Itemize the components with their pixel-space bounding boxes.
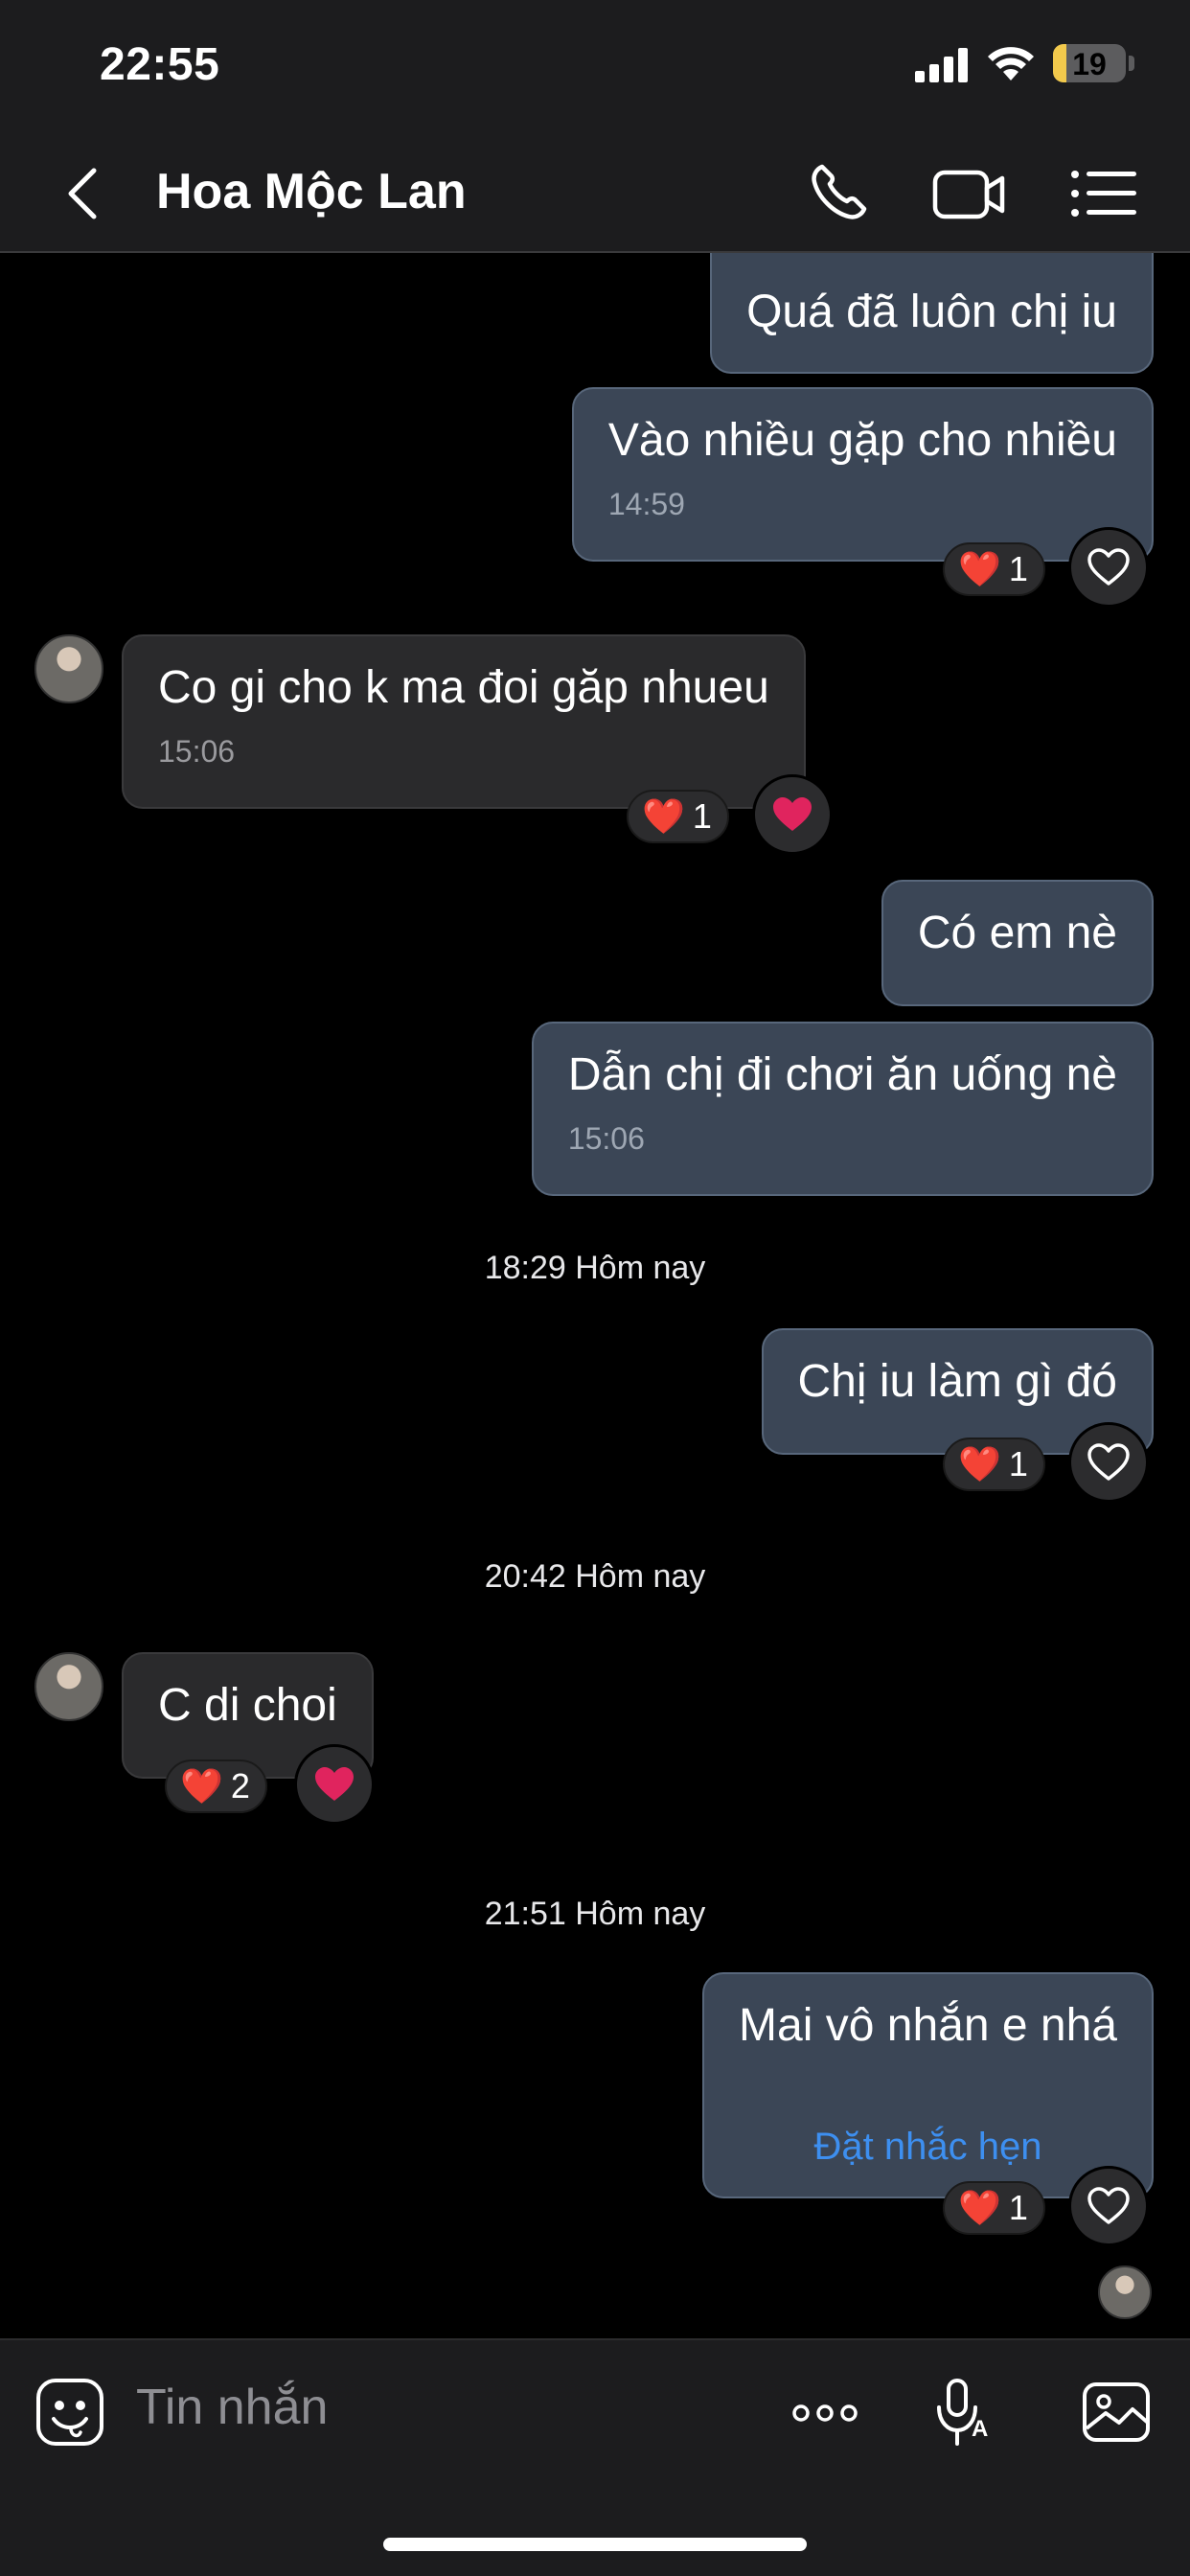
home-indicator[interactable] <box>383 2538 807 2551</box>
message-text: Dẫn chị đi chơi ăn uống nè <box>567 1049 1117 1100</box>
reaction-badge[interactable]: ❤️ 2 <box>165 1760 267 1813</box>
more-icon[interactable] <box>788 2375 862 2450</box>
heart-filled-icon <box>773 797 812 831</box>
battery-tip <box>1129 56 1134 71</box>
heart-emoji-icon: ❤️ <box>642 796 685 836</box>
heart-emoji-icon: ❤️ <box>958 1444 1001 1484</box>
message-text: Quá đã luôn chị iu <box>746 287 1117 337</box>
heart-filled-icon <box>315 1767 354 1801</box>
message-input[interactable]: Tin nhắn <box>136 2379 328 2436</box>
contact-avatar[interactable] <box>34 634 103 703</box>
react-heart-button-filled[interactable] <box>294 1744 375 1825</box>
heart-emoji-icon: ❤️ <box>958 549 1001 588</box>
sticker-icon[interactable] <box>33 2375 107 2450</box>
message-list[interactable]: Quá đã luôn chị iu Vào nhiều gặp cho nhi… <box>0 253 1190 2338</box>
message-bubble-outgoing[interactable]: Vào nhiều gặp cho nhiều 14:59 <box>571 387 1154 562</box>
reaction-count: 1 <box>1008 1444 1028 1484</box>
battery-percent: 19 <box>1072 47 1107 81</box>
video-call-icon[interactable] <box>931 157 1008 230</box>
reaction-count: 1 <box>1008 549 1028 588</box>
battery-icon: 19 <box>1053 44 1126 82</box>
reaction-count: 2 <box>230 1766 250 1806</box>
message-text: Vào nhiều gặp cho nhiều <box>607 415 1117 466</box>
back-icon[interactable] <box>57 163 111 224</box>
contact-name[interactable]: Hoa Mộc Lan <box>156 163 467 220</box>
reaction-count: 1 <box>692 796 712 836</box>
contact-avatar[interactable] <box>34 1652 103 1721</box>
heart-emoji-icon: ❤️ <box>180 1766 223 1806</box>
react-heart-button[interactable] <box>1068 527 1149 608</box>
date-divider: 18:29 Hôm nay <box>484 1250 706 1286</box>
message-bubble-incoming[interactable]: Co gi cho k ma đoi găp nhueu 15:06 <box>122 634 806 809</box>
message-text: Chị iu làm gì đó <box>797 1356 1118 1407</box>
wifi-icon <box>988 47 1034 80</box>
message-time: 15:06 <box>567 1121 645 1156</box>
message-text: Có em nè <box>917 908 1117 958</box>
react-heart-button[interactable] <box>1068 2166 1149 2246</box>
date-divider: 20:42 Hôm nay <box>484 1558 706 1595</box>
heart-outline-icon <box>1087 2187 1130 2224</box>
heart-emoji-icon: ❤️ <box>958 2188 1001 2227</box>
cellular-signal-icon <box>915 48 968 82</box>
phone-icon[interactable] <box>801 157 878 230</box>
image-icon[interactable] <box>1079 2375 1154 2450</box>
reaction-badge[interactable]: ❤️ 1 <box>943 542 1045 596</box>
date-divider: 21:51 Hôm nay <box>484 1896 706 1932</box>
message-text: C di choi <box>158 1680 337 1731</box>
react-heart-button[interactable] <box>1068 1422 1149 1503</box>
message-bubble-outgoing[interactable]: Dẫn chị đi chơi ăn uống nè 15:06 <box>531 1022 1154 1196</box>
message-time: 15:06 <box>158 734 236 769</box>
message-text: Mai vô nhắn e nhá <box>739 2000 1117 2051</box>
menu-list-icon[interactable] <box>1065 157 1142 230</box>
status-time: 22:55 <box>100 39 220 90</box>
svg-text:A: A <box>972 2416 988 2442</box>
reaction-badge[interactable]: ❤️ 1 <box>943 1438 1045 1491</box>
reaction-count: 1 <box>1008 2188 1028 2227</box>
seen-avatar <box>1098 2266 1152 2319</box>
chat-header: Hoa Mộc Lan <box>0 134 1190 253</box>
heart-outline-icon <box>1087 1443 1130 1481</box>
voice-icon[interactable]: A <box>929 2375 1004 2450</box>
message-bubble-outgoing[interactable]: Có em nè <box>881 880 1154 1006</box>
message-bubble-outgoing[interactable]: Quá đã luôn chị iu <box>710 253 1154 374</box>
message-text: Co gi cho k ma đoi găp nhueu <box>158 662 769 713</box>
reaction-badge[interactable]: ❤️ 1 <box>943 2181 1045 2235</box>
heart-outline-icon <box>1087 548 1130 586</box>
reaction-badge[interactable]: ❤️ 1 <box>627 790 729 843</box>
message-bubble-outgoing[interactable]: Mai vô nhắn e nhá Đặt nhắc hẹn <box>702 1972 1154 2198</box>
set-reminder-link[interactable]: Đặt nhắc hẹn <box>704 2120 1152 2174</box>
status-bar: 22:55 19 <box>0 0 1190 134</box>
message-time: 14:59 <box>607 487 685 521</box>
react-heart-button-filled[interactable] <box>752 774 833 855</box>
